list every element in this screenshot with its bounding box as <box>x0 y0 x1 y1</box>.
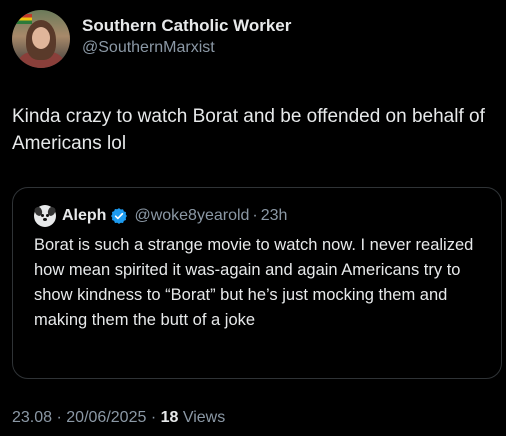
quoted-avatar[interactable] <box>33 205 57 227</box>
verified-badge-icon <box>111 208 128 224</box>
flag-graphic <box>16 14 32 24</box>
views-label: Views <box>182 409 226 426</box>
author-display-name[interactable]: Southern Catholic Worker <box>82 15 291 37</box>
meta-separator: · <box>150 409 157 426</box>
tweet-time[interactable]: 23.08 <box>12 409 52 426</box>
tweet-meta: 23.08 · 20/06/2025 · 18 Views <box>12 408 225 428</box>
tweet-date[interactable]: 20/06/2025 <box>66 409 146 426</box>
tweet-text: Kinda crazy to watch Borat and be offend… <box>12 106 485 154</box>
dog-nose <box>43 218 47 221</box>
quoted-display-name[interactable]: Aleph <box>62 206 106 226</box>
tweet-header: Southern Catholic Worker @SouthernMarxis… <box>12 10 291 68</box>
tweet[interactable]: Southern Catholic Worker @SouthernMarxis… <box>0 0 506 436</box>
quoted-header: Aleph @woke8yearold · 23h <box>33 205 288 227</box>
views-count: 18 <box>160 409 179 426</box>
quoted-timestamp[interactable]: 23h <box>261 206 288 226</box>
avatar-face <box>32 27 50 49</box>
quoted-handle[interactable]: @woke8yearold <box>134 206 249 226</box>
quoted-text: Borat is such a strange movie to watch n… <box>34 236 474 329</box>
quoted-separator: · <box>252 207 258 224</box>
quoted-tweet[interactable]: Aleph @woke8yearold · 23h Borat is such … <box>12 187 502 379</box>
author-handle[interactable]: @SouthernMarxist <box>82 37 291 59</box>
meta-separator: · <box>56 409 62 426</box>
author-avatar[interactable] <box>12 10 70 68</box>
dog-eye-left <box>41 214 44 217</box>
dog-eye-right <box>46 214 49 217</box>
author-names: Southern Catholic Worker @SouthernMarxis… <box>82 15 291 59</box>
